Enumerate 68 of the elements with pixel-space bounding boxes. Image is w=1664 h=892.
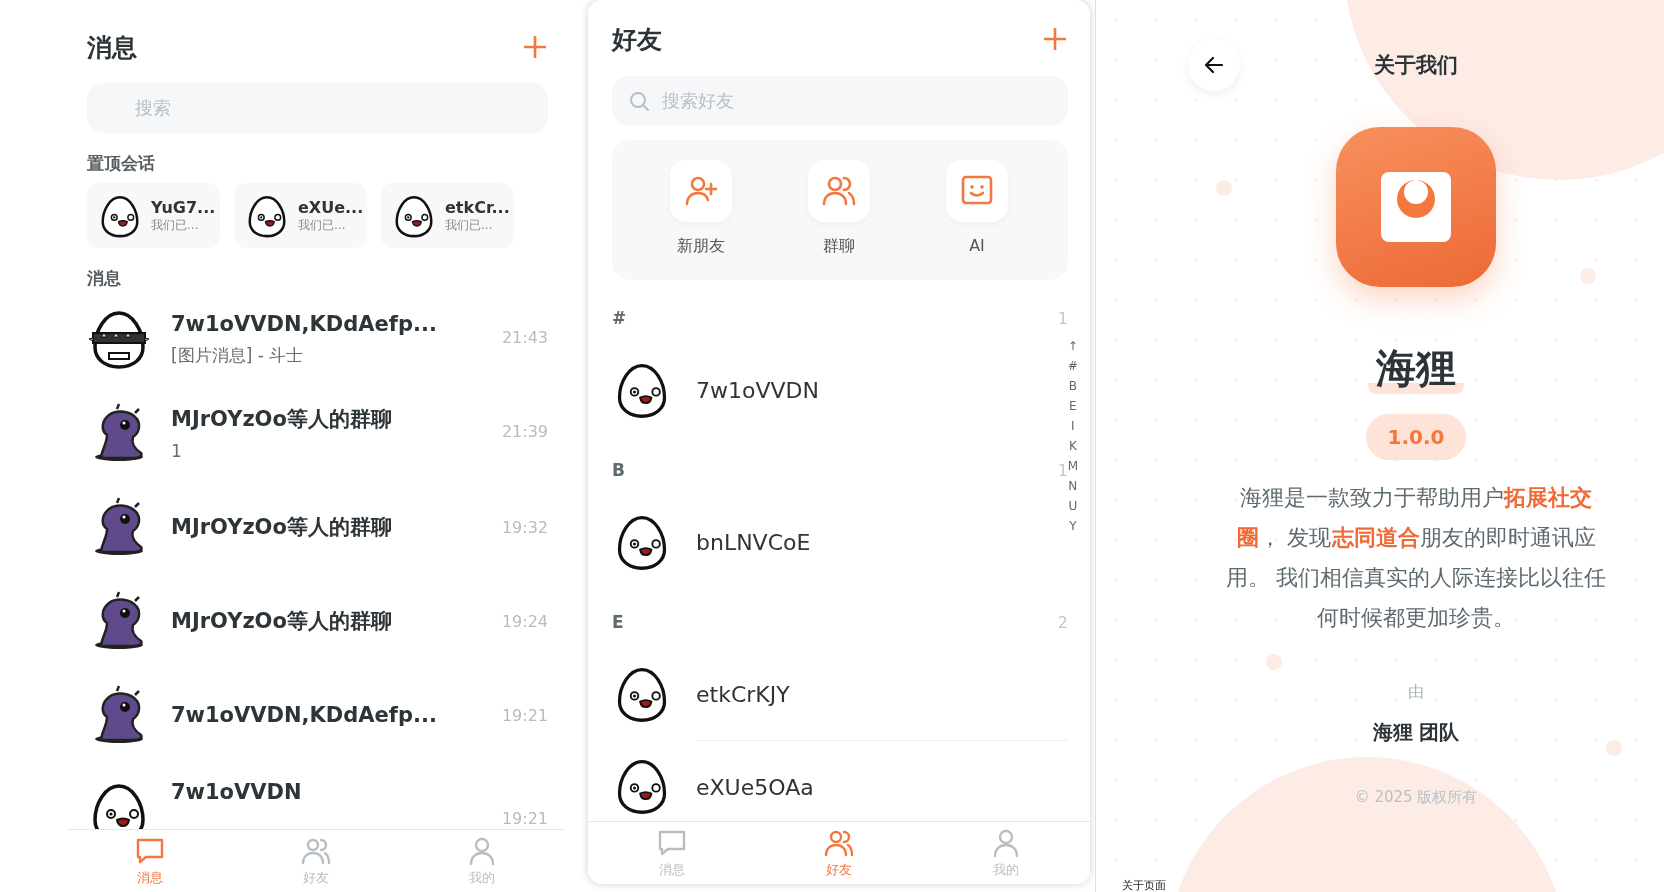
credit-label: 由 <box>1408 682 1424 703</box>
index-letter[interactable]: Y <box>1069 516 1077 536</box>
index-letter[interactable]: M <box>1067 456 1078 476</box>
friend-name: 7w1oVVDN <box>696 377 819 403</box>
index-letter[interactable]: I <box>1071 416 1075 436</box>
screen-title: 好友 <box>612 23 662 56</box>
chat-name: 7w1oVVDN <box>171 780 303 804</box>
index-letter[interactable]: # <box>1067 356 1078 376</box>
pinned-chat[interactable]: etkCr... 我们已... <box>381 183 514 248</box>
screen-title: 消息 <box>87 31 137 64</box>
chat-name: MJrOYzOo等人的群聊 <box>171 514 393 541</box>
index-letter[interactable]: E <box>1069 396 1077 416</box>
chat-preview: [图片消息] - 斗士 <box>171 343 305 367</box>
index-letter[interactable]: N <box>1068 476 1078 496</box>
index-letter[interactable]: K <box>1068 436 1077 456</box>
friend-name: bnLNVCoE <box>696 529 811 555</box>
app-description: 海狸是一款致力于帮助用户拓展社交圈， 发现志同道合朋友的即时通讯应用。 我们相信真实的人际连接比以往任何时候都更加珍贵。 <box>1224 484 1608 632</box>
friend-name: eXUe5OAa <box>696 774 814 800</box>
chat-name: 7w1oVVDN,KDdAefp... <box>171 703 438 727</box>
section-count: 2 <box>1057 612 1068 632</box>
decor-dot <box>1606 740 1622 756</box>
people-icon <box>822 174 856 208</box>
chat-name: etkCr... <box>445 197 510 217</box>
chat-time: 19:21 <box>501 808 548 828</box>
chat-name: YuG7... <box>151 197 216 217</box>
chat-preview: 1 <box>171 441 183 461</box>
chat-name: MJrOYzOo等人的群聊 <box>171 406 393 433</box>
add-person-icon <box>684 174 718 208</box>
page-label: 关于页面 <box>1122 879 1166 892</box>
chat-time: 19:21 <box>501 705 548 725</box>
index-letter[interactable]: B <box>1068 376 1077 396</box>
index-letter[interactable]: U <box>1068 496 1078 516</box>
team-name: 海狸 团队 <box>1372 719 1460 746</box>
chat-name: 7w1oVVDN,KDdAefp... <box>171 311 438 336</box>
section-count: 1 <box>1057 460 1068 480</box>
chat-preview: 我们已... <box>445 216 494 234</box>
back-arrow-icon <box>1204 55 1224 75</box>
chat-preview: 我们已... <box>298 216 347 234</box>
decor-dot <box>1580 268 1596 284</box>
add-icon[interactable] <box>1042 26 1068 52</box>
section-heading: 置顶会话 <box>87 152 156 175</box>
chat-preview: 我们已... <box>151 216 200 234</box>
decor-dot <box>1266 654 1282 670</box>
section-heading: 消息 <box>87 267 122 290</box>
chat-time: 19:24 <box>501 611 548 631</box>
pinned-chat[interactable]: eXUe... 我们已... <box>234 183 367 248</box>
shortcut-button[interactable]: AI <box>908 140 1046 280</box>
add-icon[interactable] <box>522 34 548 60</box>
section-count: 1 <box>1057 308 1068 328</box>
section-letter: B <box>612 460 625 480</box>
chat-time: 19:32 <box>501 517 548 537</box>
section-letter: # <box>612 308 627 328</box>
shortcut-button[interactable]: 新朋友 <box>632 140 770 280</box>
chat-name: eXUe... <box>298 197 364 217</box>
chat-time: 21:39 <box>501 422 548 441</box>
logo-mark-icon <box>1381 172 1451 242</box>
copyright-text: © 2025 版权所有 <box>1354 788 1478 807</box>
decor-dot <box>1216 180 1232 196</box>
chat-name: MJrOYzOo等人的群聊 <box>171 608 393 635</box>
version-badge: 1.0.0 <box>1365 414 1467 460</box>
shortcut-button[interactable]: 群聊 <box>770 140 908 280</box>
search-icon <box>628 89 650 112</box>
pinned-chat[interactable]: YuG7... 我们已... <box>87 183 220 248</box>
index-letter[interactable]: ↑ <box>1067 336 1078 356</box>
section-letter: E <box>612 612 624 632</box>
page-title: 关于我们 <box>1374 52 1458 79</box>
friend-name: etkCrKJY <box>696 681 790 707</box>
chat-time: 21:43 <box>501 328 548 347</box>
